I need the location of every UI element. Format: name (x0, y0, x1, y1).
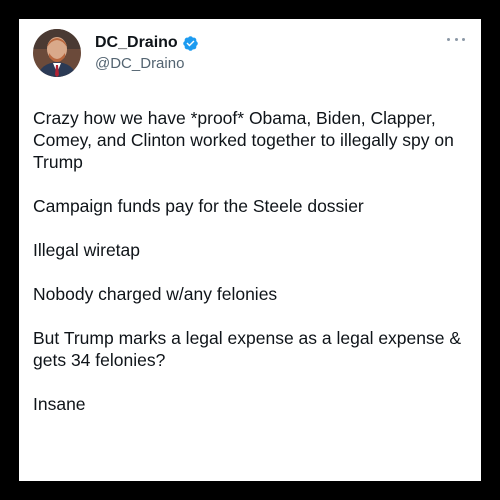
avatar[interactable] (33, 29, 81, 77)
verified-badge-icon (182, 35, 199, 52)
more-options-icon[interactable] (447, 35, 465, 43)
author-name-row: DC_Draino (95, 33, 199, 53)
author-handle[interactable]: @DC_Draino (95, 55, 184, 73)
post-paragraph: Nobody charged w/any felonies (33, 284, 278, 304)
post-paragraph: But Trump marks a legal expense as a leg… (33, 328, 462, 370)
post-paragraph: Insane (33, 394, 86, 414)
post-card: DC_Draino @DC_Draino Crazy how we have *… (19, 19, 481, 481)
profile-photo-icon (33, 29, 81, 77)
post-text: Crazy how we have *proof* Obama, Biden, … (33, 107, 469, 415)
author-display-name[interactable]: DC_Draino (95, 33, 178, 53)
post-paragraph: Illegal wiretap (33, 240, 140, 260)
post-paragraph: Campaign funds pay for the Steele dossie… (33, 196, 364, 216)
post-paragraph: Crazy how we have *proof* Obama, Biden, … (33, 108, 454, 172)
